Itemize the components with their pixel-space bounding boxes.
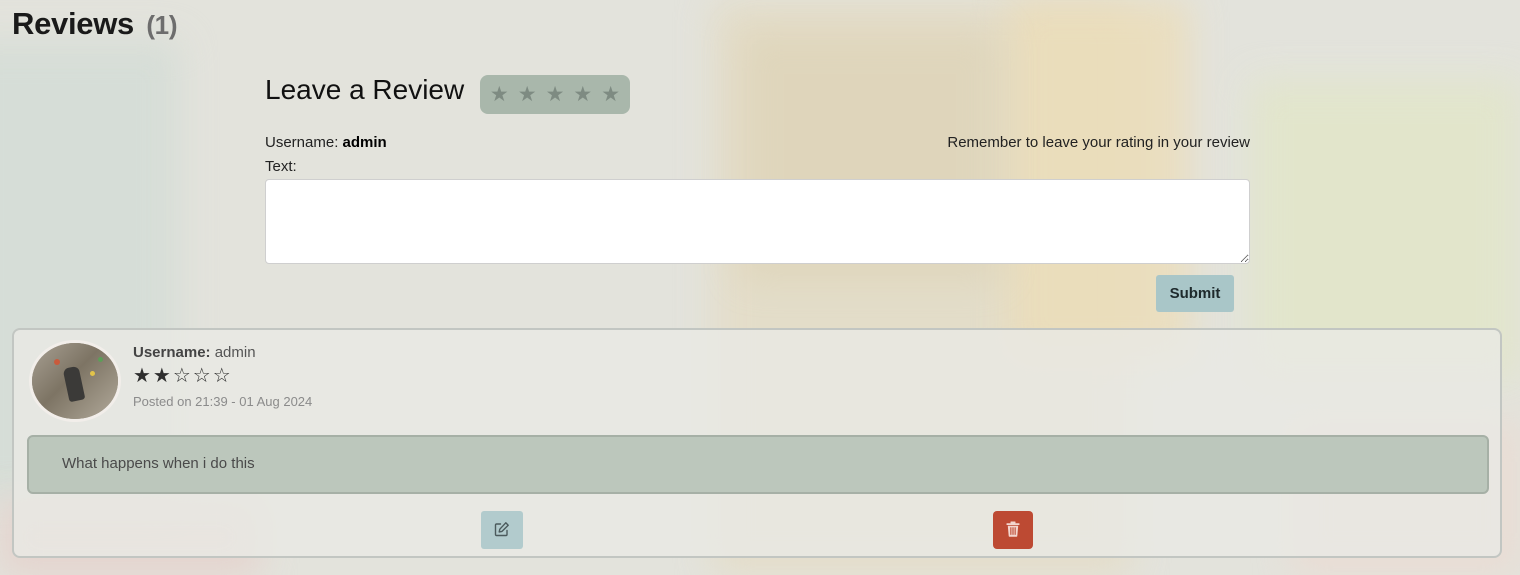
trash-icon: [1006, 521, 1020, 540]
rating-picker[interactable]: ★ ★ ★ ★ ★: [480, 75, 630, 114]
review-text: What happens when i do this: [27, 435, 1489, 494]
review-timestamp: Posted on 21:39 - 01 Aug 2024: [133, 394, 313, 409]
edit-review-button[interactable]: [481, 511, 523, 549]
rating-star-3[interactable]: ★: [546, 84, 565, 105]
review-username-label: Username:: [133, 344, 211, 361]
form-username-value: admin: [342, 134, 387, 151]
reviews-count: (1): [146, 10, 178, 40]
rating-star-2[interactable]: ★: [518, 84, 537, 105]
form-username: Username: admin: [265, 134, 387, 151]
leave-review-title: Leave a Review: [265, 74, 465, 105]
review-username: Username: admin: [133, 344, 312, 361]
review-username-value: admin: [214, 344, 256, 361]
rating-star-1[interactable]: ★: [490, 84, 509, 105]
submit-button[interactable]: Submit: [1156, 275, 1234, 312]
rating-reminder: Remember to leave your rating in your re…: [947, 134, 1250, 151]
review-meta: Username: admin ★★☆☆☆ Posted on 21:39 - …: [133, 344, 312, 409]
text-label: Text:: [265, 158, 297, 175]
review-text-input[interactable]: [265, 179, 1250, 264]
reviews-heading: Reviews (1): [12, 6, 178, 42]
review-card: Username: admin ★★☆☆☆ Posted on 21:39 - …: [12, 328, 1502, 558]
delete-review-button[interactable]: [993, 511, 1033, 549]
rating-star-5[interactable]: ★: [601, 84, 620, 105]
reviews-title: Reviews: [12, 6, 134, 41]
avatar: [29, 340, 121, 422]
edit-icon: [494, 521, 510, 540]
review-rating: ★★☆☆☆: [133, 365, 233, 387]
form-username-label: Username:: [265, 134, 339, 151]
rating-star-4[interactable]: ★: [573, 84, 592, 105]
